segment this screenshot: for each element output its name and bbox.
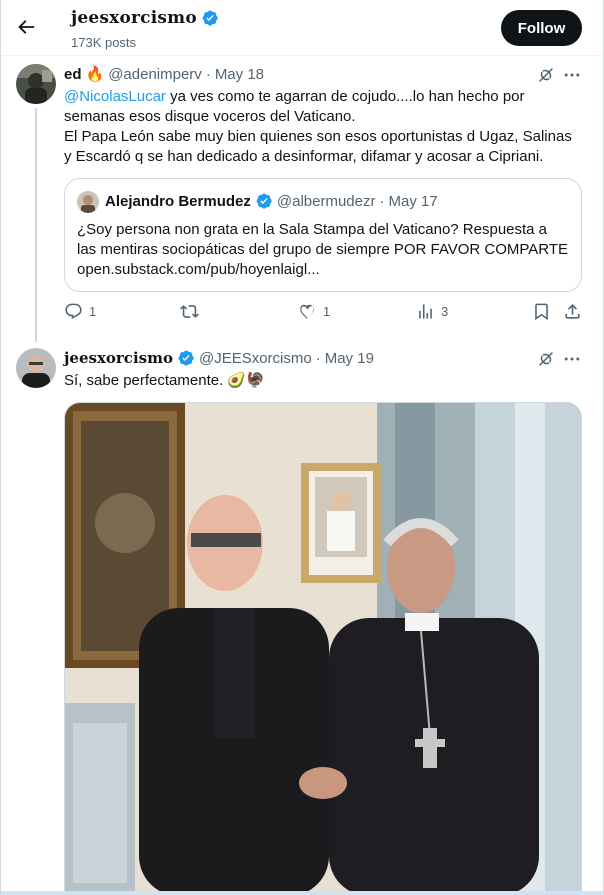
quote-link[interactable]: open.substack.com/pub/hoyenlaigl... [77, 260, 575, 280]
like-button[interactable]: 1 [298, 302, 330, 321]
tweet-text: Sí, sabe perfectamente. 🥑🦃 [64, 372, 265, 389]
tweet-text: @NicolasLucar ya ves como te agarran de … [64, 87, 584, 167]
like-icon [300, 304, 314, 319]
avatar[interactable] [16, 348, 56, 388]
grok-icon[interactable] [537, 66, 555, 84]
views-count: 3 [441, 304, 449, 319]
back-button[interactable] [15, 16, 37, 38]
repost-button[interactable] [180, 302, 205, 321]
bookmark-icon [535, 303, 548, 321]
follow-button[interactable]: Follow [501, 10, 582, 46]
verified-badge-icon [202, 10, 218, 26]
quote-avatar [77, 191, 99, 213]
profile-name-text: jeesxorcismo [71, 8, 197, 28]
tweet-date[interactable]: May 19 [325, 350, 374, 367]
quote-text-line: ¿Soy persona non grata en la Sala Stampa… [77, 221, 548, 238]
photo-image [65, 403, 581, 894]
thread-line [35, 108, 37, 342]
views-button[interactable]: 3 [416, 302, 448, 321]
tweet-date[interactable]: May 18 [215, 66, 264, 83]
tweet-text-line: semanas esos disque voceros del Vaticano… [64, 108, 356, 125]
avatar-image [16, 348, 56, 388]
avatar-image [77, 191, 99, 213]
repost-icon [180, 305, 199, 318]
quote-author-name: Alejandro Bermudez [105, 192, 251, 210]
post-count: 173K posts [71, 35, 137, 50]
tweet-text-line: y Escardó q se han dedicado a desinforma… [64, 148, 544, 165]
bottom-bar [1, 891, 603, 895]
reply-icon [65, 303, 82, 320]
reply-count: 1 [89, 304, 97, 319]
verified-badge-icon [178, 350, 194, 366]
more-icon[interactable] [562, 349, 582, 369]
quote-text-line: las mentiras sociopáticas del grupo de s… [77, 241, 569, 258]
tweet-text-line: El Papa León sabe muy bien quienes son e… [64, 128, 572, 145]
author-handle[interactable]: @JEESxorcismo [199, 350, 312, 367]
share-button[interactable] [563, 302, 582, 321]
arrow-left-icon [18, 20, 35, 34]
quote-date: May 17 [388, 192, 438, 210]
profile-name: jeesxorcismo [71, 8, 219, 28]
quote-header: Alejandro Bermudez @albermudezr · May 17 [105, 192, 438, 210]
profile-header: jeesxorcismo 173K posts Follow [1, 0, 603, 56]
views-icon [419, 304, 432, 319]
more-icon[interactable] [562, 65, 582, 85]
separator-dot: · [379, 192, 385, 210]
avatar-image [16, 64, 56, 104]
tweet-header: ed 🔥 @adenimperv · May 18 [64, 65, 264, 84]
author-name[interactable]: ed [64, 66, 82, 83]
tweet-header: jeesxorcismo @JEESxorcismo · May 19 [64, 349, 374, 367]
verified-badge-icon [256, 193, 272, 209]
quoted-tweet-card[interactable]: Alejandro Bermudez @albermudezr · May 17… [64, 178, 582, 292]
action-bar: 1 1 3 [64, 302, 584, 328]
author-handle[interactable]: @adenimperv [108, 66, 202, 83]
author-name[interactable]: jeesxorcismo [64, 349, 173, 367]
separator-dot: · [205, 65, 211, 83]
tweet-photo[interactable] [64, 402, 582, 895]
mention-link[interactable]: @NicolasLucar [64, 88, 166, 105]
separator-dot: · [315, 349, 321, 367]
avatar[interactable] [16, 64, 56, 104]
fire-emoji: 🔥 [85, 66, 105, 83]
page: jeesxorcismo 173K posts Follow ed 🔥 @ade… [0, 0, 604, 895]
quote-author-handle: @albermudezr [276, 192, 376, 210]
quote-text: ¿Soy persona non grata en la Sala Stampa… [77, 220, 575, 280]
like-count: 1 [323, 304, 331, 319]
bookmark-button[interactable] [532, 302, 551, 321]
share-icon [565, 304, 580, 319]
reply-button[interactable]: 1 [64, 302, 96, 321]
tweet-text-line: ya ves como te agarran de cojudo....lo h… [165, 88, 525, 105]
grok-icon[interactable] [537, 350, 555, 368]
